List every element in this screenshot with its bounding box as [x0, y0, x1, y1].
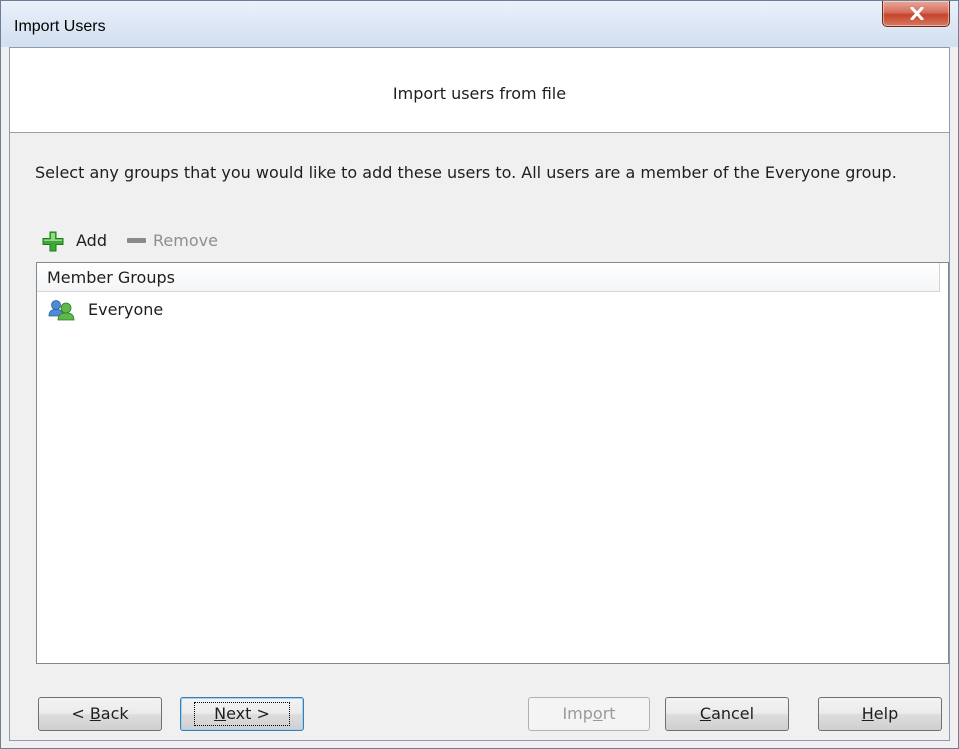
import-prefix: Imp [562, 704, 593, 723]
cancel-mnemonic: C [699, 704, 712, 723]
cancel-button[interactable]: Cancel [665, 697, 789, 731]
gray-minus-icon [127, 238, 146, 243]
column-header-member-groups[interactable]: Member Groups [37, 263, 940, 292]
back-prefix: < [71, 704, 90, 723]
add-label: Add [76, 231, 107, 250]
back-rest: ack [100, 704, 129, 723]
back-button[interactable]: < Back [38, 697, 162, 731]
wizard-header: Import users from file [10, 48, 949, 133]
import-users-dialog: Import Users Import users from file Sele… [0, 0, 959, 749]
title-bar[interactable]: Import Users [1, 1, 958, 47]
dialog-client-area: Import users from file Select any groups… [9, 47, 950, 741]
user-group-icon [48, 300, 75, 321]
list-item-label: Everyone [88, 300, 164, 319]
cancel-rest: ancel [711, 704, 755, 723]
next-rest: ext > [226, 704, 270, 723]
back-mnemonic: B [89, 704, 101, 723]
remove-label: Remove [153, 231, 218, 250]
import-button[interactable]: Import [528, 697, 650, 731]
wizard-page-title: Import users from file [392, 84, 567, 103]
column-header-label: Member Groups [47, 268, 175, 287]
import-rest: rt [602, 704, 616, 723]
add-group-button[interactable]: Add [39, 229, 121, 253]
instruction-text: Select any groups that you would like to… [35, 163, 897, 182]
close-x-icon [910, 7, 924, 20]
next-mnemonic: N [214, 704, 227, 723]
green-plus-icon [42, 231, 64, 252]
help-mnemonic: H [861, 704, 874, 723]
help-rest: elp [873, 704, 899, 723]
help-button[interactable]: Help [818, 697, 942, 731]
member-groups-list[interactable]: Member Groups Everyone [36, 262, 949, 664]
remove-group-button[interactable]: Remove [127, 229, 257, 253]
import-mnemonic: o [592, 704, 603, 723]
close-button[interactable] [882, 1, 950, 27]
list-item[interactable]: Everyone [37, 296, 948, 324]
window-title: Import Users [14, 18, 106, 35]
next-button[interactable]: Next > [180, 697, 304, 731]
